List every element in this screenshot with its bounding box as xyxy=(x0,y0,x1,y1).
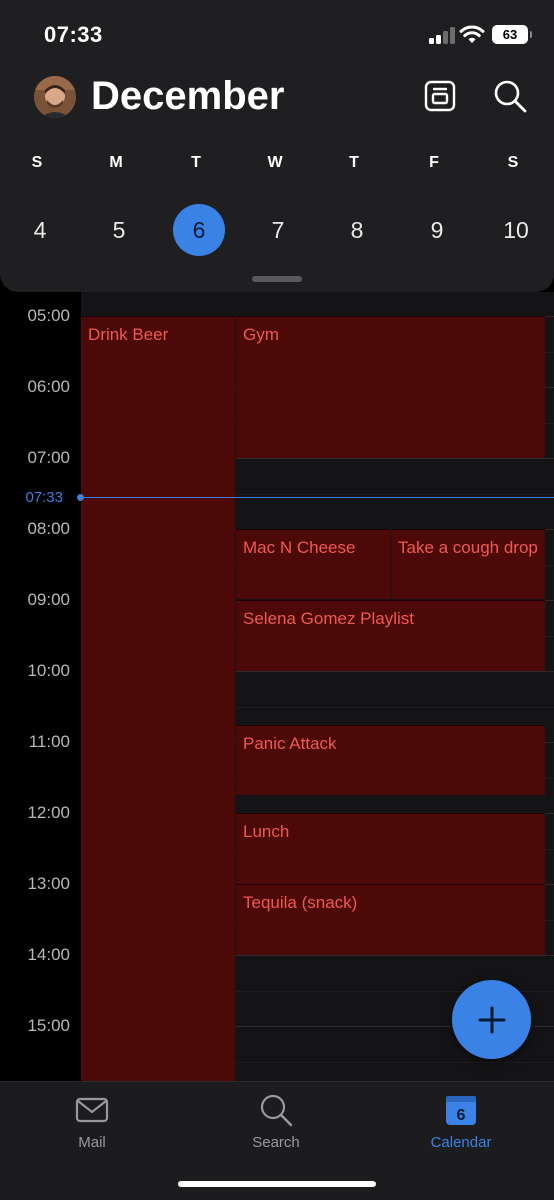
event-title: Mac N Cheese xyxy=(243,538,356,557)
tab-label: Search xyxy=(252,1134,300,1151)
hour-label: 13:00 xyxy=(27,874,70,893)
hour-label: 09:00 xyxy=(27,590,70,609)
battery-icon: 63 xyxy=(492,25,532,44)
add-event-button[interactable] xyxy=(452,980,531,1059)
hour-label: 05:00 xyxy=(27,306,70,325)
avatar[interactable] xyxy=(34,76,76,118)
weekday-label: T xyxy=(349,154,359,171)
event-title: Lunch xyxy=(243,822,290,841)
event-tequila-snack[interactable]: Tequila (snack) xyxy=(236,884,545,955)
hour-label: 07:00 xyxy=(27,448,70,467)
hour-label: 14:00 xyxy=(27,945,70,964)
event-title: Tequila (snack) xyxy=(243,893,358,912)
cellular-signal-icon xyxy=(429,26,455,44)
date-cell[interactable]: 4 xyxy=(14,204,66,256)
tab-mail[interactable]: Mail xyxy=(32,1092,152,1151)
status-bar: 07:33 63 xyxy=(0,0,554,70)
current-time-line xyxy=(80,497,554,498)
current-time-label: 07:33 xyxy=(25,489,63,506)
event-title: Panic Attack xyxy=(243,734,337,753)
calendar-icon: 6 xyxy=(441,1092,481,1128)
event-title: Drink Beer xyxy=(88,325,169,344)
weekday-label: M xyxy=(109,154,123,171)
week-dates-row: 4 5 6 7 8 9 10 xyxy=(0,204,554,258)
weekday-label: T xyxy=(191,154,201,171)
weekday-label: W xyxy=(267,154,283,171)
drag-handle[interactable] xyxy=(252,276,302,282)
mail-icon xyxy=(72,1092,112,1128)
weekday-row: S M T W T F S xyxy=(0,154,554,174)
event-gym[interactable]: Gym xyxy=(236,316,545,458)
event-take-a-cough-drop[interactable]: Take a cough drop xyxy=(391,529,545,599)
event-lunch[interactable]: Lunch xyxy=(236,813,545,884)
current-time-dot xyxy=(77,494,84,501)
weekday-label: F xyxy=(429,154,439,171)
event-selena-gomez-playlist[interactable]: Selena Gomez Playlist xyxy=(236,600,545,671)
weekday-label: S xyxy=(31,154,43,171)
plus-icon xyxy=(478,1006,505,1033)
tab-search[interactable]: Search xyxy=(216,1092,336,1151)
hour-label: 08:00 xyxy=(27,519,70,538)
hour-label: 06:00 xyxy=(27,377,70,396)
hour-label: 15:00 xyxy=(27,1016,70,1035)
date-cell[interactable]: 7 xyxy=(252,204,304,256)
day-view-icon[interactable] xyxy=(420,76,460,116)
tab-label: Mail xyxy=(78,1134,106,1151)
tab-calendar[interactable]: 6 Calendar xyxy=(401,1092,521,1151)
calendar-timeline[interactable]: 05:00 06:00 07:00 08:00 09:00 10:00 11:00 12:00… xyxy=(0,292,554,1082)
event-drink-beer[interactable]: Drink Beer xyxy=(81,316,235,1082)
calendar-header: 07:33 63 December S M T W T F S 4 5 6 7 … xyxy=(0,0,554,292)
weekday-label: S xyxy=(507,154,519,171)
event-title: Take a cough drop xyxy=(398,538,538,557)
home-indicator xyxy=(178,1181,376,1187)
hour-label: 12:00 xyxy=(27,803,70,822)
search-icon[interactable] xyxy=(490,76,530,116)
event-title: Gym xyxy=(243,325,279,344)
hour-label: 11:00 xyxy=(28,732,70,751)
date-cell[interactable]: 10 xyxy=(490,204,542,256)
event-mac-n-cheese[interactable]: Mac N Cheese xyxy=(236,529,390,599)
event-panic-attack[interactable]: Panic Attack xyxy=(236,725,545,795)
hour-label: 10:00 xyxy=(27,661,70,680)
status-time: 07:33 xyxy=(44,22,103,47)
date-cell[interactable]: 8 xyxy=(331,204,383,256)
calendar-badge: 6 xyxy=(457,1107,466,1124)
month-title[interactable]: December xyxy=(91,74,284,119)
date-cell[interactable]: 9 xyxy=(411,204,463,256)
wifi-icon xyxy=(459,24,485,44)
date-cell[interactable]: 5 xyxy=(93,204,145,256)
search-icon xyxy=(256,1092,296,1128)
event-title: Selena Gomez Playlist xyxy=(243,609,415,628)
date-cell-selected[interactable]: 6 xyxy=(173,204,225,256)
tab-label: Calendar xyxy=(430,1134,492,1151)
